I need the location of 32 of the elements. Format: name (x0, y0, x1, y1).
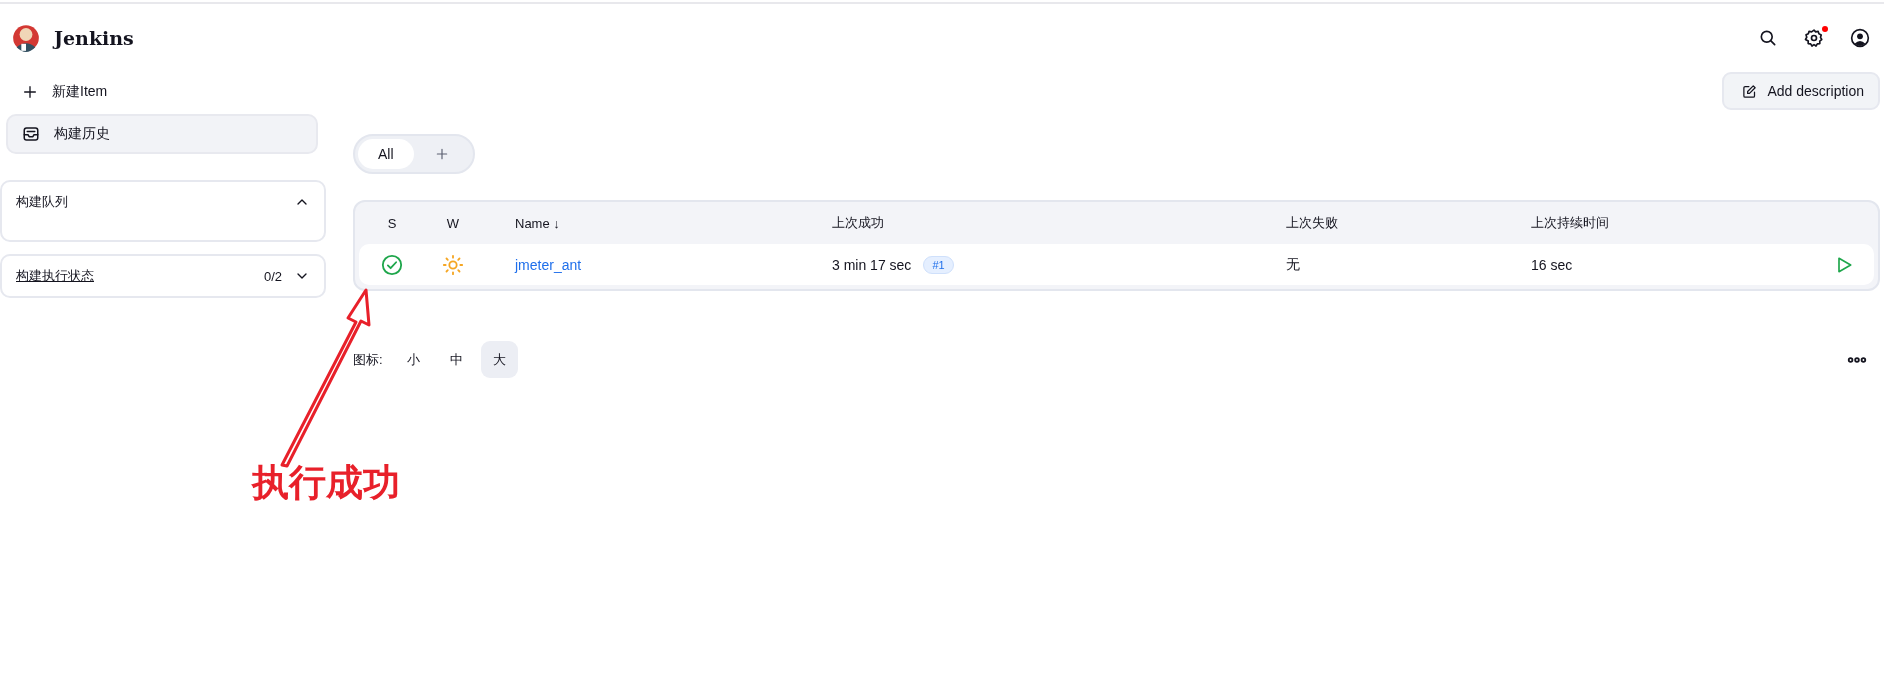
user-icon[interactable] (1850, 28, 1870, 48)
plus-icon (434, 147, 449, 161)
panel-link[interactable]: 构建执行状态 (16, 267, 94, 285)
column-header: 上次失败 (1286, 214, 1339, 232)
column-header[interactable]: Name ↓ (481, 215, 832, 231)
column-header: 上次成功 (832, 214, 885, 232)
icon-size-option[interactable]: 大 (480, 341, 518, 378)
icon-size-option[interactable]: 小 (394, 341, 432, 378)
app-title[interactable]: Jenkins (54, 27, 134, 49)
icon-size-option[interactable]: 中 (437, 341, 475, 378)
table-cell: 无 (1286, 255, 1300, 274)
add-description-button[interactable]: Add description (1722, 72, 1880, 110)
table-cell: 16 sec (1531, 256, 1573, 273)
column-header: S (386, 215, 398, 231)
icon-size-label: 图标: (353, 350, 383, 369)
edit-icon (1742, 83, 1758, 99)
table-cell: 3 min 17 sec (832, 256, 912, 273)
column-header: 上次持续时间 (1531, 214, 1610, 232)
sidebar-item[interactable]: 新建Item (6, 72, 318, 112)
executor-count: 0/2 (263, 268, 282, 284)
column-header: W (445, 215, 461, 231)
inbox-icon (22, 125, 40, 143)
plus-icon (22, 84, 38, 100)
search-icon[interactable] (1758, 28, 1778, 48)
job-link[interactable]: jmeter_ant (515, 256, 582, 273)
butler-logo[interactable] (12, 23, 40, 53)
build-link[interactable]: #1 (923, 255, 954, 274)
view-tab[interactable]: All (358, 139, 414, 169)
sidebar-item[interactable]: 构建历史 (6, 114, 318, 154)
panel-title: 构建队列 (16, 193, 68, 211)
annotation-label: 执行成功 (252, 460, 400, 506)
settings-icon[interactable] (1804, 28, 1824, 48)
